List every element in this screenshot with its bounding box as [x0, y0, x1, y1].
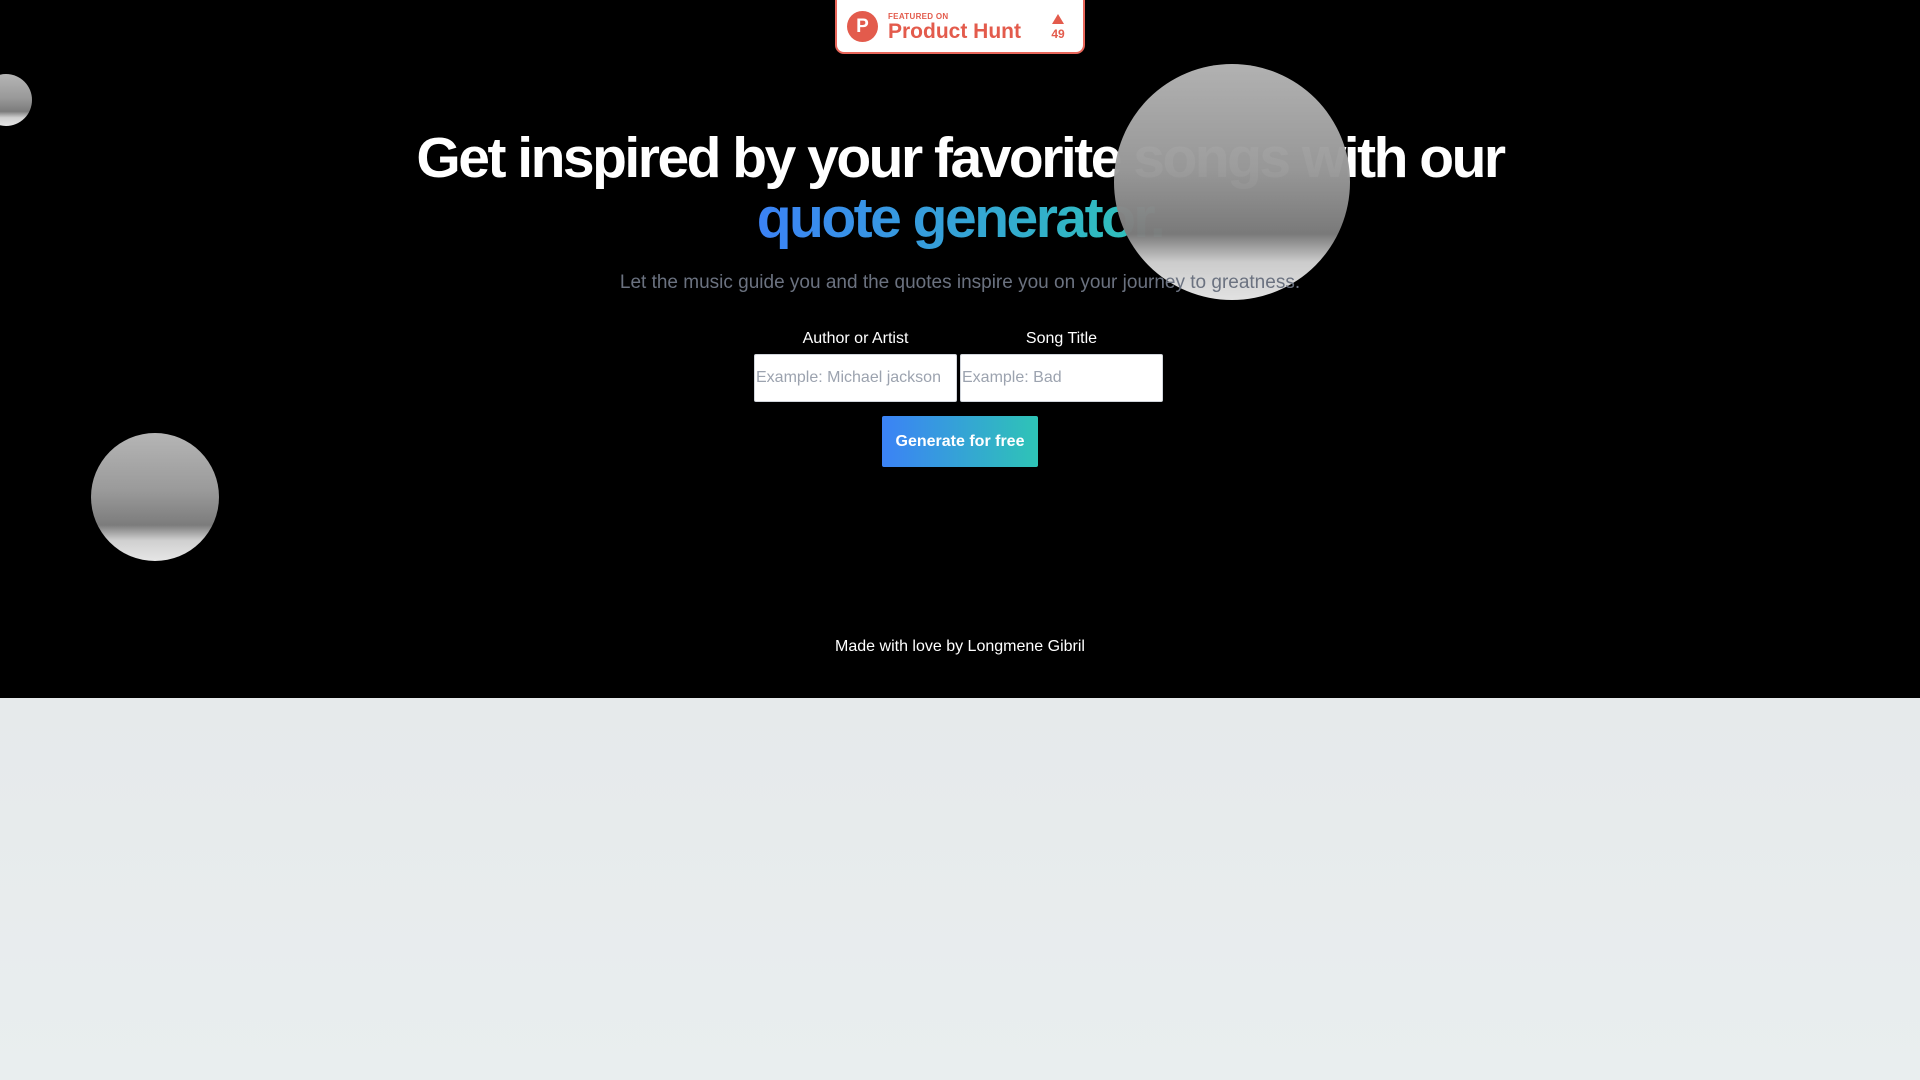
page-subtitle: Let the music guide you and the quotes i…	[619, 272, 1301, 293]
author-field-label: Author or Artist	[802, 330, 909, 347]
author-input[interactable]	[754, 354, 957, 402]
song-field-label: Song Title	[1025, 330, 1098, 347]
hero-section: P FEATURED ON Product Hunt 49 Get inspir…	[0, 0, 1920, 698]
decorative-bubble	[0, 74, 32, 126]
upvote-arrow-icon	[1052, 14, 1064, 24]
headline-main: Get inspired by your favorite songs with…	[416, 126, 1506, 190]
page-headline: Get inspired by your favorite songs with…	[0, 128, 1920, 248]
headline-accent: quote generator.	[756, 186, 1166, 250]
product-hunt-badge[interactable]: P FEATURED ON Product Hunt 49	[835, 0, 1085, 54]
song-title-input[interactable]	[960, 354, 1163, 402]
badge-product-name: Product Hunt	[888, 20, 1021, 43]
product-hunt-logo-icon: P	[847, 11, 878, 42]
badge-vote-count: 49	[1051, 27, 1065, 41]
decorative-bubble	[91, 433, 219, 561]
generate-button[interactable]: Generate for free	[882, 416, 1038, 467]
footer-credit: Made with love by Longmene Gibril	[835, 638, 1085, 655]
decorative-bubble	[1114, 64, 1350, 300]
